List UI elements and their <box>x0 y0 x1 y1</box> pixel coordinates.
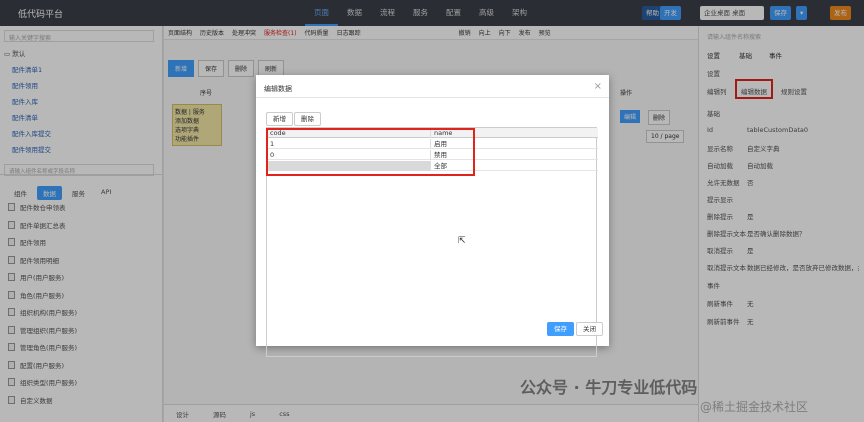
edit-data-dialog: 编辑数据 × 新增 删除 code name 1 启用 0 禁用 全部 保存 关… <box>256 75 609 357</box>
save-button[interactable]: 保存 <box>547 322 574 336</box>
mouse-cursor-icon: ⇱ <box>458 236 466 246</box>
close-icon[interactable]: × <box>594 81 602 92</box>
close-button[interactable]: 关闭 <box>576 322 603 336</box>
highlight-box <box>266 128 475 176</box>
watermark-secondary: @稀土掘金技术社区 <box>700 400 809 414</box>
watermark: 公众号 · 牛刀专业低代码 <box>520 378 698 397</box>
add-row-button[interactable]: 新增 <box>266 112 293 126</box>
delete-row-button[interactable]: 删除 <box>294 112 321 126</box>
divider <box>256 97 609 98</box>
dialog-title: 编辑数据 <box>264 85 292 93</box>
